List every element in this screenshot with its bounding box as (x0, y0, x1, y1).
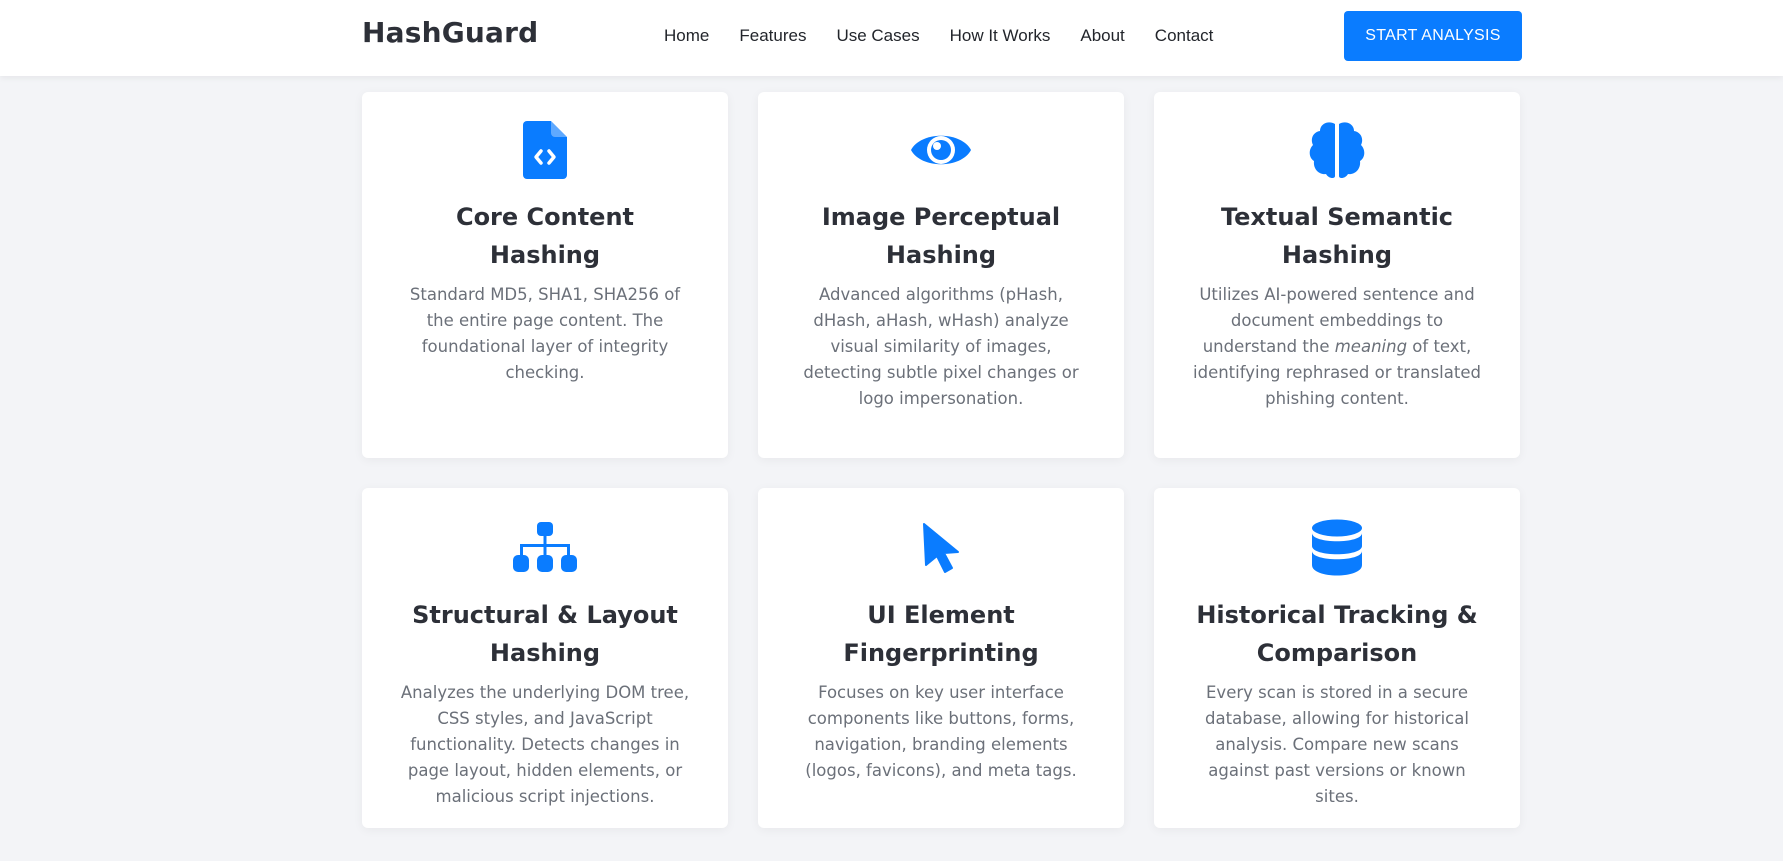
feature-description: Advanced algorithms (pHash, dHash, aHash… (803, 285, 1079, 408)
eye-icon (794, 120, 1088, 180)
feature-title: Textual Semantic Hashing (1220, 203, 1454, 269)
nav-use-cases[interactable]: Use Cases (836, 26, 919, 46)
feature-card-historical-tracking: Historical Tracking & Comparison Every s… (1154, 488, 1520, 828)
feature-title: Image Perceptual Hashing (821, 203, 1061, 269)
feature-description: Utilizes AI-powered sentence and documen… (1193, 285, 1481, 408)
file-code-icon (398, 120, 692, 180)
feature-title: Core Content Hashing (455, 203, 635, 269)
top-navbar: HashGuard Home Features Use Cases How It… (0, 0, 1783, 76)
nav-home[interactable]: Home (664, 26, 709, 46)
feature-description: Every scan is stored in a secure databas… (1205, 683, 1469, 806)
feature-description: Analyzes the underlying DOM tree, CSS st… (400, 683, 690, 806)
feature-card-ui-fingerprinting: UI Element Fingerprinting Focuses on key… (758, 488, 1124, 828)
feature-title: Structural & Layout Hashing (412, 601, 678, 667)
feature-description: Standard MD5, SHA1, SHA256 of the entire… (409, 285, 681, 382)
feature-card-image-perceptual: Image Perceptual Hashing Advanced algori… (758, 92, 1124, 458)
start-analysis-button[interactable]: START ANALYSIS (1344, 11, 1522, 61)
nav-contact[interactable]: Contact (1155, 26, 1214, 46)
features-grid: Core Content Hashing Standard MD5, SHA1,… (362, 92, 1520, 828)
feature-card-core-content: Core Content Hashing Standard MD5, SHA1,… (362, 92, 728, 458)
sitemap-icon (398, 518, 692, 578)
database-icon (1190, 518, 1484, 578)
feature-title: Historical Tracking & Comparison (1196, 601, 1478, 667)
feature-card-structural-layout: Structural & Layout Hashing Analyzes the… (362, 488, 728, 828)
nav-features[interactable]: Features (739, 26, 806, 46)
feature-description: Focuses on key user interface components… (805, 683, 1077, 780)
brand-logo[interactable]: HashGuard (362, 16, 538, 49)
nav-about[interactable]: About (1080, 26, 1124, 46)
main-nav: Home Features Use Cases How It Works Abo… (664, 26, 1213, 46)
feature-card-textual-semantic: Textual Semantic Hashing Utilizes AI-pow… (1154, 92, 1520, 458)
feature-title: UI Element Fingerprinting (843, 601, 1039, 667)
emphasis-text: meaning (1334, 337, 1408, 356)
mouse-pointer-icon (794, 518, 1088, 578)
brain-icon (1190, 120, 1484, 180)
nav-how-it-works[interactable]: How It Works (950, 26, 1051, 46)
